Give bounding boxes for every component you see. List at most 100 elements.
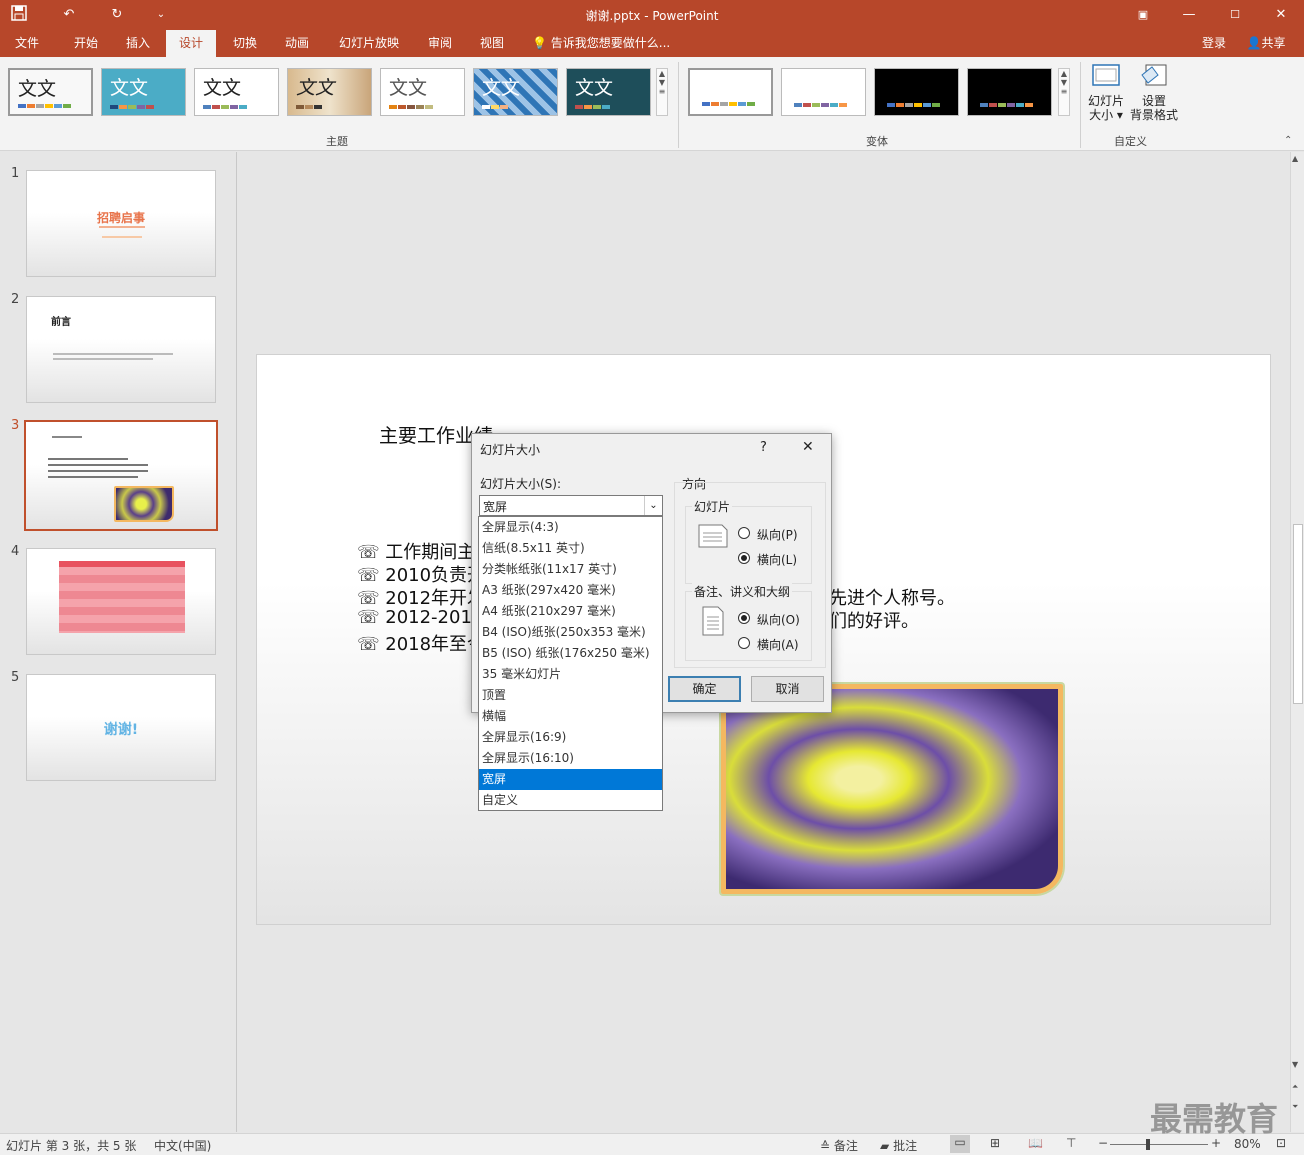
size-option[interactable]: 横幅 — [479, 706, 662, 727]
previous-slide-icon[interactable]: ⏶ — [1292, 1082, 1298, 1092]
tell-me-box[interactable]: 💡 告诉我您想要做什么... — [532, 30, 672, 57]
slide-thumbnail-1[interactable]: 招聘启事 — [26, 170, 216, 277]
slide-size-label-2: 大小 ▾ — [1089, 108, 1123, 122]
maximize-icon[interactable]: ☐ — [1224, 5, 1246, 25]
slide-picture[interactable] — [721, 684, 1063, 894]
theme-orange-line[interactable]: 文文 — [380, 68, 465, 116]
dialog-close-icon[interactable]: ✕ — [802, 439, 814, 455]
tab-home[interactable]: 开始 — [64, 30, 108, 57]
theme-dark-teal[interactable]: 文文 — [566, 68, 651, 116]
thumb-table — [59, 561, 185, 633]
share-button[interactable]: 👤共享 — [1238, 30, 1294, 57]
size-option[interactable]: 分类帐纸张(11x17 英寸) — [479, 559, 662, 580]
size-option[interactable]: 顶置 — [479, 685, 662, 706]
portrait-radio[interactable] — [738, 527, 750, 539]
cancel-button[interactable]: 取消 — [751, 676, 824, 702]
signin-link[interactable]: 登录 — [1196, 30, 1232, 57]
normal-view-icon[interactable]: ▭ — [950, 1135, 970, 1153]
slide-thumbnail-4[interactable] — [26, 548, 216, 655]
bullet-item[interactable]: ☏ 2018年至今 — [357, 630, 485, 656]
vertical-scrollbar[interactable]: ▲ ▼ ⏶ ⏷ — [1290, 152, 1304, 1132]
ribbon-display-icon[interactable]: ▣ — [1132, 5, 1154, 25]
tab-insert[interactable]: 插入 — [116, 30, 160, 57]
share-label: 共享 — [1261, 36, 1286, 50]
minimize-icon[interactable]: — — [1178, 5, 1200, 25]
landscape-radio[interactable] — [738, 552, 750, 564]
notes-portrait-label[interactable]: 纵向(O) — [757, 611, 800, 628]
thumb-text-line — [52, 436, 82, 438]
size-option[interactable]: 35 毫米幻灯片 — [479, 664, 662, 685]
slide-thumbnail-5[interactable]: 谢谢! — [26, 674, 216, 781]
watermark-logo: 最需教育 — [1150, 1100, 1279, 1138]
scroll-up-icon[interactable]: ▲ — [1292, 154, 1298, 163]
zoom-slider-track[interactable] — [1110, 1144, 1208, 1145]
tab-transitions[interactable]: 切换 — [224, 30, 266, 57]
slide-size-button[interactable]: 幻灯片 大小 ▾ — [1086, 61, 1126, 131]
tab-review[interactable]: 审阅 — [418, 30, 462, 57]
tab-design[interactable]: 设计 — [166, 30, 216, 57]
group-separator — [1080, 62, 1081, 148]
ok-button[interactable]: 确定 — [668, 676, 741, 702]
phone-bullet-icon: ☏ — [357, 588, 380, 609]
next-slide-icon[interactable]: ⏷ — [1292, 1102, 1298, 1112]
notes-portrait-radio[interactable] — [738, 612, 750, 624]
format-background-button[interactable]: 设置 背景格式 — [1128, 61, 1180, 131]
notes-button[interactable]: ≙ 备注 — [820, 1137, 858, 1154]
scroll-down-icon[interactable]: ▼ — [1292, 1060, 1298, 1069]
customize-group-label: 自定义 — [1114, 135, 1147, 148]
size-option[interactable]: 全屏显示(4:3) — [479, 517, 662, 538]
zoom-out-icon[interactable]: − — [1098, 1136, 1108, 1150]
size-option[interactable]: B4 (ISO)纸张(250x353 毫米) — [479, 622, 662, 643]
portrait-label[interactable]: 纵向(P) — [757, 526, 798, 543]
comments-button[interactable]: ▰ 批注 — [880, 1137, 917, 1154]
thumb-text-line — [48, 464, 148, 466]
size-option[interactable]: 全屏显示(16:9) — [479, 727, 662, 748]
landscape-label[interactable]: 横向(L) — [757, 551, 797, 568]
notes-landscape-radio[interactable] — [738, 637, 750, 649]
size-option-selected[interactable]: 宽屏 — [479, 769, 662, 790]
tab-animations[interactable]: 动画 — [276, 30, 318, 57]
notes-icon: ≙ — [820, 1139, 831, 1153]
size-option[interactable]: 信纸(8.5x11 英寸) — [479, 538, 662, 559]
slide-counter: 幻灯片 第 3 张，共 5 张 — [6, 1139, 137, 1153]
reading-view-icon[interactable]: 📖 — [1028, 1136, 1043, 1150]
slide-sorter-icon[interactable]: ⊞ — [990, 1136, 1000, 1150]
thumb-number: 1 — [11, 166, 20, 181]
variants-scroll[interactable]: ▲ ▼ ≡ — [1058, 68, 1070, 116]
tab-view[interactable]: 视图 — [470, 30, 514, 57]
slide-thumbnail-3[interactable] — [24, 420, 218, 531]
theme-teal[interactable]: 文文 — [101, 68, 186, 116]
slide-thumbnail-2[interactable]: 前言 — [26, 296, 216, 403]
variant-1[interactable] — [688, 68, 773, 116]
slide-size-select[interactable]: 宽屏 ⌄ — [479, 495, 663, 516]
zoom-slider-thumb[interactable] — [1146, 1139, 1150, 1150]
scroll-thumb[interactable] — [1293, 524, 1303, 704]
size-option[interactable]: A4 纸张(210x297 毫米) — [479, 601, 662, 622]
tab-slideshow[interactable]: 幻灯片放映 — [330, 30, 408, 57]
notes-landscape-label[interactable]: 横向(A) — [757, 636, 799, 653]
chevron-down-icon[interactable]: ⌄ — [644, 496, 662, 515]
variant-3[interactable] — [874, 68, 959, 116]
language-indicator[interactable]: 中文(中国) — [154, 1137, 211, 1154]
slide-size-label-1: 幻灯片 — [1087, 94, 1124, 108]
slideshow-view-icon[interactable]: ⊤ — [1066, 1136, 1076, 1150]
format-background-icon — [1141, 64, 1167, 86]
theme-pattern[interactable]: 文文 — [473, 68, 558, 116]
theme-office[interactable]: 文文 — [8, 68, 93, 116]
theme-calligraphy[interactable]: 文文 — [287, 68, 372, 116]
size-option[interactable]: 全屏显示(16:10) — [479, 748, 662, 769]
variant-2[interactable] — [781, 68, 866, 116]
theme-preview-text: 文文 — [575, 77, 614, 99]
help-icon[interactable]: ? — [760, 440, 767, 455]
size-option[interactable]: 自定义 — [479, 790, 662, 811]
close-icon[interactable]: ✕ — [1270, 5, 1292, 25]
tab-file[interactable]: 文件 — [8, 30, 46, 57]
theme-plain[interactable]: 文文 — [194, 68, 279, 116]
themes-scroll[interactable]: ▲ ▼ ≡ — [656, 68, 668, 116]
size-option[interactable]: B5 (ISO) 纸张(176x250 毫米) — [479, 643, 662, 664]
bullet-item[interactable]: ☏ 2012-2018 — [357, 607, 483, 628]
size-option[interactable]: A3 纸张(297x420 毫米) — [479, 580, 662, 601]
theme-preview-text: 文文 — [296, 77, 335, 99]
variant-4[interactable] — [967, 68, 1052, 116]
collapse-ribbon-icon[interactable]: ⌃ — [1284, 135, 1292, 146]
